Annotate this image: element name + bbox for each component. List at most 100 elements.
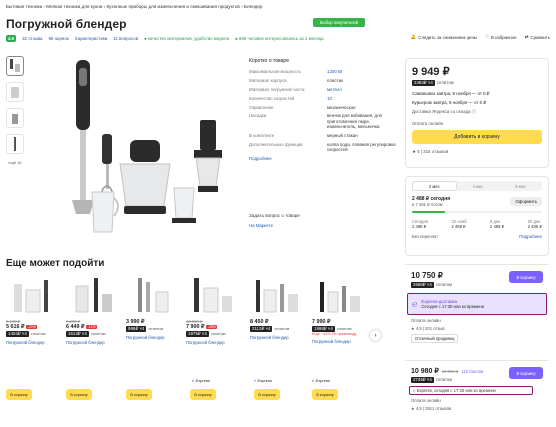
card-cart-button[interactable]: В корзину [254, 389, 280, 400]
card-split-price: 1613₽ ×4 [66, 331, 89, 337]
spec-value[interactable]: 1200 Вт [327, 69, 399, 74]
tab-4-months[interactable]: 4 мес [457, 181, 500, 191]
tab-2-months[interactable]: 2 мес [412, 181, 457, 191]
delivery-note: Доставка Яндекса со склада ⓘ [412, 109, 477, 114]
seller-rating[interactable]: ★ 5 | 315 отзывов [412, 149, 542, 155]
product-thumbnail [75, 278, 112, 313]
schedule-item: 22 нояб 2 488 ₽ [451, 219, 466, 229]
card-title[interactable]: Погружной блендер [186, 340, 244, 345]
spec-key: Максимальная мощность [249, 69, 301, 74]
spec-value[interactable]: 10 [327, 96, 399, 101]
product-card[interactable]: 10 990 ₽ 7 900 ₽ -28% 1975₽ ×4 сплитом Пог… [186, 276, 244, 345]
interest-note: ● 696 человек интересовались за 2 месяца [235, 36, 324, 41]
card-cart-button[interactable]: В корзину [6, 389, 32, 400]
thumbnail[interactable] [6, 134, 24, 154]
express-delivery-box[interactable]: ℮ Express-доставка Сегодня с 17:30 или к… [407, 293, 547, 315]
split-schedule: Сегодня 2 488 ₽ 22 нояб 2 488 ₽ 6 дек 2 488… [412, 219, 542, 229]
offer-split-label: сплитом [435, 282, 453, 287]
product-thumbnail [138, 278, 169, 313]
spec-row: Насадки венчик для взбивания, для пригото… [249, 113, 399, 129]
offer-seller-rating[interactable]: ★ 4,9 | 201 отзыв [405, 326, 549, 331]
card-price: 7 990 ₽ [312, 319, 331, 325]
product-card[interactable]: 7 168 ₽ 5 616 ₽ -22% 1404₽ ×4 сплитом Погр… [6, 276, 64, 345]
payment-note: Оплата онлайн [412, 121, 444, 126]
offer-cart-button[interactable]: В корзину [509, 271, 543, 283]
card-split-label: сплитом [90, 332, 106, 336]
schedule-amount: 2 485 ₽ [527, 224, 542, 229]
quality-note: ● качество материалов, удобство модели [144, 36, 230, 41]
add-to-cart-button[interactable]: Добавить в корзину [412, 130, 542, 144]
product-thumbnail [256, 280, 298, 313]
card-title[interactable]: Погружной блендер [6, 340, 64, 345]
schedule-amount: 2 488 ₽ [451, 224, 466, 229]
card-discount: -22% [26, 325, 37, 329]
express-tag-label: Express [195, 378, 210, 383]
card-cart-button[interactable]: В корзину [312, 389, 338, 400]
thumbnail[interactable] [6, 56, 24, 76]
offer-split-price: 2688₽ ×4 [411, 282, 434, 288]
spec-value[interactable]: металл [327, 87, 399, 92]
card-cart-button[interactable]: В корзину [126, 389, 152, 400]
chevron-right-icon: › [374, 332, 377, 339]
schedule-amount: 2 488 ₽ [412, 224, 427, 229]
card-title[interactable]: Погружной блендер [312, 339, 370, 344]
card-title[interactable]: Погружной блендер [66, 340, 124, 345]
spec-row: Материал корпуса пластик [249, 78, 399, 83]
card-cart-button[interactable]: В корзину [190, 389, 216, 400]
spec-value: мерный стакан [327, 132, 358, 138]
ratings-link[interactable]: 96 оценок [48, 36, 68, 41]
card-title[interactable]: Погружной блендер [250, 335, 308, 340]
split-price: 2483₽ ×4 [412, 80, 435, 86]
follow-price-button[interactable]: 🔔 Следить за снижением цены [411, 34, 477, 40]
express-tag: ℮ Express [254, 378, 272, 383]
characteristics-link[interactable]: Характеристики [75, 36, 108, 41]
express-subtitle: Сегодня с 17:30 или ко времени [421, 304, 484, 309]
split-rest: и 7 461 ₽ потом [412, 202, 443, 207]
card-cart-button[interactable]: В корзину [66, 389, 92, 400]
product-card[interactable]: 7 990 ₽ 1998₽ ×4 сплитом Ещё −10% По пром… [312, 276, 370, 344]
buy-box: 9 949 ₽ 2483₽ ×4 сплитом Самовывоз завтра… [405, 58, 549, 168]
product-thumbnail [14, 280, 48, 313]
carousel-next-button[interactable]: › [370, 330, 381, 341]
tab-6-months[interactable]: 6 мес [499, 181, 542, 191]
product-image[interactable] [32, 56, 242, 246]
split-tabs: 2 мес 4 мес 6 мес [412, 181, 542, 191]
favorite-button[interactable]: ♡ В избранное [485, 34, 517, 40]
card-split-label: сплитом [274, 327, 290, 331]
reviews-link[interactable]: 32 отзыва [22, 36, 42, 41]
specs-more-link[interactable]: Подробнее [249, 156, 399, 161]
spec-key: Насадки [249, 113, 267, 119]
express-tag-label: Express [315, 378, 330, 383]
offer-seller-rating[interactable]: ★ 4,9 | 3911 отзывов [405, 406, 549, 411]
follow-price-label: Следить за снижением цены [418, 34, 478, 40]
card-split-label: сплитом [148, 327, 164, 331]
spec-row: Дополнительные функции колпа пода, плавна… [249, 142, 399, 153]
page-title: Погружной блендер [6, 17, 127, 31]
blender-stick-image [72, 60, 94, 214]
split-details-link[interactable]: Подробнее [519, 234, 542, 239]
compare-button[interactable]: ⇄ Сравнить [525, 34, 550, 40]
spec-value: механическое [327, 104, 356, 110]
grinder-image [194, 120, 222, 192]
product-card[interactable]: 7 208 ₽ 6 449 ₽ -11% 1613₽ ×4 сплитом Погр… [66, 276, 124, 345]
thumbnail[interactable] [6, 108, 24, 128]
breadcrumb[interactable]: Бытовая техника › Мелкая техника для кух… [6, 4, 262, 9]
thumbnail[interactable] [6, 82, 24, 102]
questions-link[interactable]: 11 вопросов [113, 36, 138, 41]
more-thumbnails-link[interactable]: ещё 16 [6, 160, 24, 165]
checkout-split-button[interactable]: Оформить [510, 197, 542, 206]
offer-price: 10 750 ₽ [411, 271, 443, 280]
product-card[interactable]: 3 990 ₽ 998₽ ×4 сплитом Погружной блендер [126, 276, 184, 340]
card-split-label: сплитом [30, 332, 46, 336]
ask-question-link[interactable]: Задать вопрос о товаре [249, 213, 300, 218]
recommendations-title: Еще может подойти [6, 258, 105, 269]
spec-key: Материал корпуса [249, 77, 287, 83]
card-title[interactable]: Погружной блендер [126, 335, 184, 340]
on-market-link[interactable]: На Маркете [249, 223, 273, 228]
offer-cart-button[interactable]: В корзину [509, 367, 543, 379]
rating-badge[interactable]: 4.9 [6, 35, 17, 42]
product-card[interactable]: 8 450 ₽ 2113₽ ×4 сплитом Погружной бленде… [250, 276, 308, 340]
express-line[interactable]: ℮ Express, сегодня с 17:30 или ко времен… [409, 386, 533, 395]
heart-icon: ♡ [485, 34, 490, 39]
offer-split-price: 2745₽ ×4 [411, 377, 434, 383]
